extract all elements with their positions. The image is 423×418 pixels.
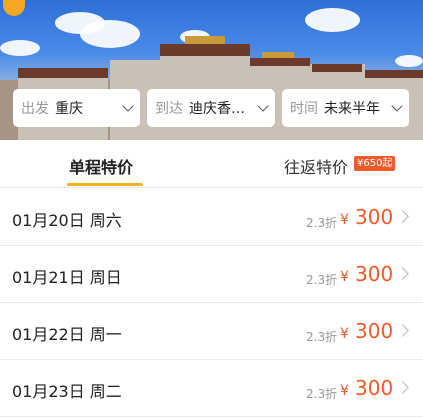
chevron-down-icon bbox=[257, 100, 269, 112]
time-label: 时间 bbox=[290, 101, 318, 117]
currency-symbol: ¥ bbox=[340, 269, 349, 285]
arrival-value: 迪庆香… bbox=[189, 101, 245, 117]
currency-symbol: ¥ bbox=[340, 212, 349, 228]
tab-round-trip[interactable]: 往返特价 bbox=[284, 154, 348, 178]
chevron-right-icon bbox=[396, 210, 409, 223]
corner-badge-icon bbox=[3, 0, 25, 16]
fare-date: 01月23日 周二 bbox=[12, 382, 122, 401]
chevron-right-icon bbox=[396, 267, 409, 280]
fare-discount: 2.3折 bbox=[306, 330, 338, 344]
round-trip-price-badge: ¥650起 bbox=[354, 156, 396, 171]
fare-price: 300 bbox=[355, 205, 394, 229]
fare-date: 01月20日 周六 bbox=[12, 211, 122, 230]
currency-symbol: ¥ bbox=[340, 383, 349, 399]
departure-label: 出发 bbox=[21, 101, 49, 117]
arrival-select[interactable]: 到达 迪庆香… bbox=[147, 89, 275, 127]
fare-date: 01月21日 周日 bbox=[12, 268, 122, 287]
fare-row[interactable]: 01月23日 周二 2.3折 ¥ 300 bbox=[0, 360, 423, 417]
fare-row[interactable]: 01月22日 周一 2.3折 ¥ 300 bbox=[0, 303, 423, 360]
tab-one-way[interactable]: 单程特价 bbox=[69, 154, 133, 178]
currency-symbol: ¥ bbox=[340, 326, 349, 342]
fare-row[interactable]: 01月20日 周六 2.3折 ¥ 300 bbox=[0, 189, 423, 246]
chevron-down-icon bbox=[391, 100, 403, 112]
fare-price: 300 bbox=[355, 376, 394, 400]
departure-value: 重庆 bbox=[55, 101, 83, 117]
departure-select[interactable]: 出发 重庆 bbox=[13, 89, 140, 127]
fare-price: 300 bbox=[355, 262, 394, 286]
fare-discount: 2.3折 bbox=[306, 387, 338, 401]
chevron-right-icon bbox=[396, 381, 409, 394]
fare-discount: 2.3折 bbox=[306, 216, 338, 230]
fare-discount: 2.3折 bbox=[306, 273, 338, 287]
time-value: 未来半年 bbox=[324, 101, 380, 117]
chevron-right-icon bbox=[396, 324, 409, 337]
fare-row[interactable]: 01月21日 周日 2.3折 ¥ 300 bbox=[0, 246, 423, 303]
chevron-down-icon bbox=[122, 100, 134, 112]
arrival-label: 到达 bbox=[155, 101, 183, 117]
fare-price: 300 bbox=[355, 319, 394, 343]
fare-date: 01月22日 周一 bbox=[12, 325, 122, 344]
active-tab-indicator bbox=[67, 183, 143, 186]
time-select[interactable]: 时间 未来半年 bbox=[282, 89, 409, 127]
